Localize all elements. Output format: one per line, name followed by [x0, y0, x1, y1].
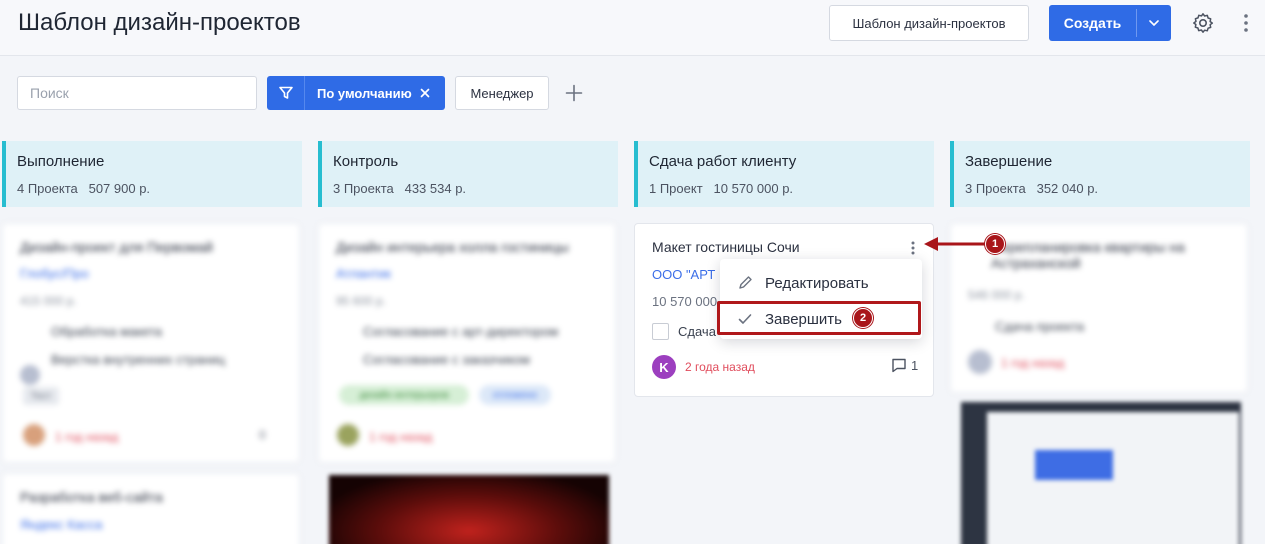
menu-item-label: Завершить [765, 310, 842, 328]
search-input[interactable] [17, 76, 257, 110]
project-card[interactable]: Дизайн интерьера холла гостиницы Атланти… [318, 223, 616, 463]
column-count: 4 Проекта [17, 181, 78, 196]
filter-button[interactable] [267, 76, 305, 110]
menu-item-complete[interactable]: Завершить [720, 301, 922, 337]
column-sum: 433 534 р. [404, 181, 467, 196]
card-menu-button[interactable] [908, 239, 918, 257]
card-date: 1 год назад [1001, 356, 1065, 370]
avatar[interactable]: K [652, 355, 676, 379]
more-vertical-icon [911, 241, 915, 255]
manager-filter-button[interactable]: Менеджер [455, 76, 549, 110]
column-sum: 507 900 р. [88, 181, 151, 196]
column-sum: 10 570 000 р. [713, 181, 794, 196]
card-date: 2 года назад [685, 360, 755, 374]
card-context-menu: Редактировать Завершить [720, 259, 922, 339]
column-header-completion: Завершение 3 Проекта 352 040 р. [950, 141, 1250, 207]
page-title: Шаблон дизайн-проектов [18, 9, 301, 36]
avatar [968, 350, 992, 374]
card-amount: 10 570 000 [652, 294, 718, 309]
task-label: Сдача [678, 324, 716, 339]
card-company-link[interactable]: ООО "АРТ [652, 267, 715, 282]
card-amount: 95 600 р. [336, 294, 387, 308]
column-header-execution: Выполнение 4 Проекта 507 900 р. [2, 141, 302, 207]
card-tag: отложено [479, 385, 551, 405]
card-amount: 415 000 р. [20, 294, 77, 308]
create-button-label[interactable]: Создать [1049, 5, 1136, 41]
card-company: Атлантик [336, 266, 391, 281]
task-checkbox[interactable] [652, 323, 669, 340]
card-title: Перепланировка квартиры на Астраханской [991, 239, 1185, 271]
create-dropdown-toggle[interactable] [1137, 5, 1171, 41]
card-title: Дизайн-проект для Первомай [20, 239, 213, 255]
card-task: Обработка макета [51, 324, 163, 339]
header-more-button[interactable] [1238, 12, 1254, 34]
column-header-control: Контроль 3 Проекта 433 534 р. [318, 141, 618, 207]
card-company: Яндекс Касса [20, 517, 103, 532]
avatar [337, 424, 359, 446]
project-card[interactable]: Разработка веб-сайта Яндекс Касса [2, 473, 300, 544]
project-card[interactable]: Дизайн-проект для Первомай Глобус/Про 41… [2, 223, 300, 463]
avatar [23, 424, 45, 446]
card-comment-count: 0 [259, 428, 266, 442]
filter-icon [278, 86, 293, 99]
create-button[interactable]: Создать [1049, 5, 1171, 41]
card-comments[interactable]: 1 [891, 358, 918, 373]
card-date: 1 год назад [369, 430, 433, 444]
card-company: Глобус/Про [20, 266, 89, 281]
more-vertical-icon [1244, 14, 1248, 32]
column-summary: 3 Проекта 352 040 р. [965, 181, 1098, 196]
filter-chip-default[interactable]: По умолчанию [267, 76, 445, 110]
screenshot-highlight [1035, 450, 1113, 480]
add-filter-button[interactable] [563, 82, 585, 104]
card-tag: дизайн интерьеров [339, 385, 469, 405]
app-header: Шаблон дизайн-проектов Шаблон дизайн-про… [0, 0, 1265, 56]
column-summary: 1 Проект 10 570 000 р. [649, 181, 793, 196]
step-badge-2: 2 [853, 308, 873, 328]
column-name: Сдача работ клиенту [649, 153, 797, 170]
close-icon [420, 88, 430, 98]
column-count: 3 Проекта [333, 181, 394, 196]
menu-item-label: Редактировать [765, 274, 869, 292]
comment-count: 1 [911, 358, 919, 373]
comment-icon [892, 358, 906, 373]
card-task: Согласование с заказчиком [363, 352, 530, 367]
plus-icon [565, 84, 583, 102]
screenshot-content [987, 412, 1239, 544]
menu-item-edit[interactable]: Редактировать [720, 265, 922, 301]
column-name: Контроль [333, 153, 399, 170]
card-title[interactable]: Макет гостиницы Сочи [652, 239, 800, 255]
column-summary: 3 Проекта 433 534 р. [333, 181, 466, 196]
gear-icon [1193, 13, 1214, 33]
column-summary: 4 Проекта 507 900 р. [17, 181, 150, 196]
annotation-arrow [924, 237, 988, 251]
filter-label: По умолчанию [317, 85, 412, 101]
card-title: Дизайн интерьера холла гостиницы [336, 239, 569, 255]
check-icon [720, 313, 760, 325]
column-name: Выполнение [17, 153, 105, 170]
card-cover-screenshot [961, 402, 1241, 544]
card-title: Разработка веб-сайта [20, 489, 163, 505]
column-header-client-handover: Сдача работ клиенту 1 Проект 10 570 000 … [634, 141, 934, 207]
card-date: 1 год назад [55, 430, 119, 444]
column-count: 1 Проект [649, 181, 703, 196]
column-sum: 352 040 р. [1036, 181, 1099, 196]
card-amount: 546 000 р. [968, 288, 1025, 302]
column-name: Завершение [965, 153, 1053, 170]
filter-remove-button[interactable] [412, 76, 430, 110]
card-cover-image [329, 475, 609, 544]
card-task: Согласование с арт-директором [363, 324, 559, 339]
column-count: 3 Проекта [965, 181, 1026, 196]
pencil-icon [720, 275, 760, 291]
settings-gear-button[interactable] [1189, 9, 1217, 37]
template-button[interactable]: Шаблон дизайн-проектов [829, 5, 1029, 41]
step-badge-1: 1 [985, 234, 1005, 254]
card-task: Верстка внутренних страниц [51, 352, 225, 367]
card-task: Сдача проекта [995, 319, 1085, 334]
avatar [20, 365, 40, 385]
card-tag: Тест [23, 387, 59, 405]
chevron-down-icon [1149, 20, 1159, 26]
